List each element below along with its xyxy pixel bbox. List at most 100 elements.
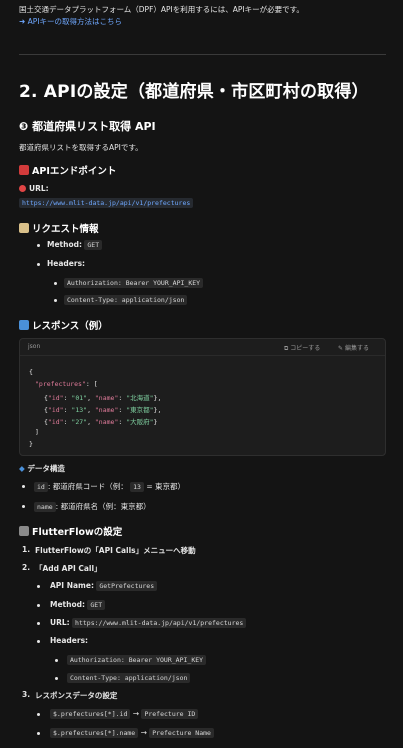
ff-method-value: GET — [87, 600, 106, 610]
bullet — [54, 299, 57, 302]
code-punct: : [ — [85, 380, 98, 388]
edit-icon: ✎ — [338, 345, 344, 352]
endpoint-heading: APIエンドポイント — [19, 163, 116, 177]
field-code: id — [34, 482, 48, 492]
code-line: { — [29, 368, 33, 376]
code-block-header: json ⧉ コピーする ✎ 編集する — [20, 339, 385, 356]
ff-url-item: URL: https://www.mlit-data.jp/api/v1/pre… — [50, 618, 247, 628]
ff-header-content-type: Content-Type: application/json — [67, 673, 191, 683]
divider — [19, 54, 386, 55]
method-item: Method: GET — [47, 240, 103, 250]
field-example-code: 13 — [130, 482, 144, 492]
mapping-path: $.prefectures[*].name — [50, 728, 139, 738]
code-block: json ⧉ コピーする ✎ 編集する { "prefectures": [ {… — [19, 338, 386, 456]
ff-url-label: URL: — [50, 618, 70, 627]
code-line: {"id": "27", "name": "大阪府"} — [44, 418, 158, 426]
code-id: "13" — [71, 406, 88, 414]
structure-heading: ◆ データ構造 — [19, 463, 65, 474]
api-name-item: API Name: GetPrefectures — [50, 581, 158, 591]
ff-header-authorization: Authorization: Bearer YOUR_API_KEY — [67, 655, 207, 665]
bullet — [37, 732, 40, 735]
bullet — [55, 659, 58, 662]
bullet — [37, 244, 40, 247]
step-3: レスポンスデータの設定 — [35, 691, 118, 700]
intro-text: 国土交通データプラットフォーム（DPF）APIを利用するには、APIキーが必要で… — [19, 5, 304, 14]
structure-item: name: 都道府県名（例：東京都） — [34, 501, 151, 512]
section-title: 2. APIの設定（都道府県・市区町村の取得） — [19, 82, 369, 102]
header-item: Authorization: Bearer YOUR_API_KEY — [64, 278, 204, 288]
code-id: "27" — [71, 418, 88, 426]
bullet — [54, 282, 57, 285]
inbox-icon — [19, 320, 29, 330]
bullet — [22, 485, 25, 488]
ff-header-item: Content-Type: application/json — [67, 673, 191, 683]
step-number: 1. — [22, 545, 31, 554]
header-authorization: Authorization: Bearer YOUR_API_KEY — [64, 278, 204, 288]
edit-button[interactable]: ✎ 編集する — [338, 343, 369, 352]
arrow-icon: → — [132, 709, 140, 718]
api-name-label: API Name: — [50, 581, 94, 590]
bullet — [37, 713, 40, 716]
code-line: } — [29, 440, 33, 448]
structure-item: id: 都道府県コード（例： 13 = 東京都） — [34, 481, 185, 492]
copy-button[interactable]: ⧉ コピーする — [284, 343, 320, 353]
structure-heading-text: データ構造 — [27, 464, 65, 473]
bullet — [37, 622, 40, 625]
subsection-description: 都道府県リストを取得するAPIです。 — [19, 143, 143, 152]
api-key-link[interactable]: ➜ APIキーの取得方法はこちら — [19, 16, 304, 28]
endpoint-url[interactable]: https://www.mlit-data.jp/api/v1/prefectu… — [19, 198, 194, 208]
step-number: 3. — [22, 690, 31, 699]
field-desc: : 都道府県名（例：東京都） — [55, 502, 151, 511]
pushpin-icon — [19, 165, 29, 175]
step-2: 「Add API Call」 — [35, 564, 102, 573]
mapping-target: Prefecture Name — [149, 728, 214, 738]
code-name: "大阪府" — [126, 418, 154, 426]
ff-method-item: Method: GET — [50, 600, 106, 610]
diamond-icon: ◆ — [19, 464, 25, 473]
memo-icon — [19, 223, 29, 233]
edit-label: 編集する — [344, 345, 369, 352]
method-value: GET — [84, 240, 103, 250]
code-key: "prefectures" — [35, 380, 86, 388]
pin-icon — [19, 185, 26, 192]
bullet — [37, 263, 40, 266]
flutterflow-heading-text: FlutterFlowの設定 — [32, 527, 123, 538]
code-line: {"id": "13", "name": "東京都"}, — [44, 406, 162, 414]
mapping-item: $.prefectures[*].name → Prefecture Name — [50, 728, 214, 738]
copy-icon: ⧉ — [284, 345, 289, 352]
header-content-type: Content-Type: application/json — [64, 295, 188, 305]
mapping-item: $.prefectures[*].id → Prefecture ID — [50, 709, 199, 719]
code-name: "東京都" — [126, 406, 154, 414]
field-desc: : 都道府県コード（例： — [47, 482, 128, 491]
code-line: "prefectures": [ — [35, 380, 98, 388]
tools-icon — [19, 526, 29, 536]
subsection-title: ❸ 都道府県リスト取得 API — [19, 120, 156, 133]
bullet — [37, 640, 40, 643]
url-label-row: URL: — [19, 184, 49, 193]
bullet — [55, 677, 58, 680]
intro: 国土交通データプラットフォーム（DPF）APIを利用するには、APIキーが必要で… — [19, 4, 304, 28]
bullet — [22, 505, 25, 508]
step-number: 2. — [22, 563, 31, 572]
flutterflow-heading: FlutterFlowの設定 — [19, 524, 122, 538]
field-code: name — [34, 502, 56, 512]
bullet — [37, 604, 40, 607]
ff-method-label: Method: — [50, 600, 85, 609]
endpoint-url-code[interactable]: https://www.mlit-data.jp/api/v1/prefectu… — [19, 198, 194, 208]
request-heading: リクエスト情報 — [19, 221, 99, 235]
step-1: FlutterFlowの「API Calls」メニューへ移動 — [35, 546, 196, 555]
arrow-icon: → — [140, 728, 147, 737]
code-language: json — [28, 343, 41, 350]
code-line: ] — [35, 428, 39, 436]
ff-url-value: https://www.mlit-data.jp/api/v1/prefectu… — [72, 618, 247, 628]
headers-label: Headers: — [47, 259, 86, 268]
url-label: URL: — [29, 184, 49, 193]
method-label: Method: — [47, 240, 82, 249]
response-heading: レスポンス（例） — [19, 318, 108, 332]
field-example-text: = 東京都） — [146, 482, 186, 491]
header-item: Content-Type: application/json — [64, 295, 188, 305]
mapping-target: Prefecture ID — [141, 709, 199, 719]
code-id: "01" — [71, 394, 88, 402]
request-heading-text: リクエスト情報 — [32, 224, 99, 235]
copy-label: コピーする — [290, 345, 321, 352]
